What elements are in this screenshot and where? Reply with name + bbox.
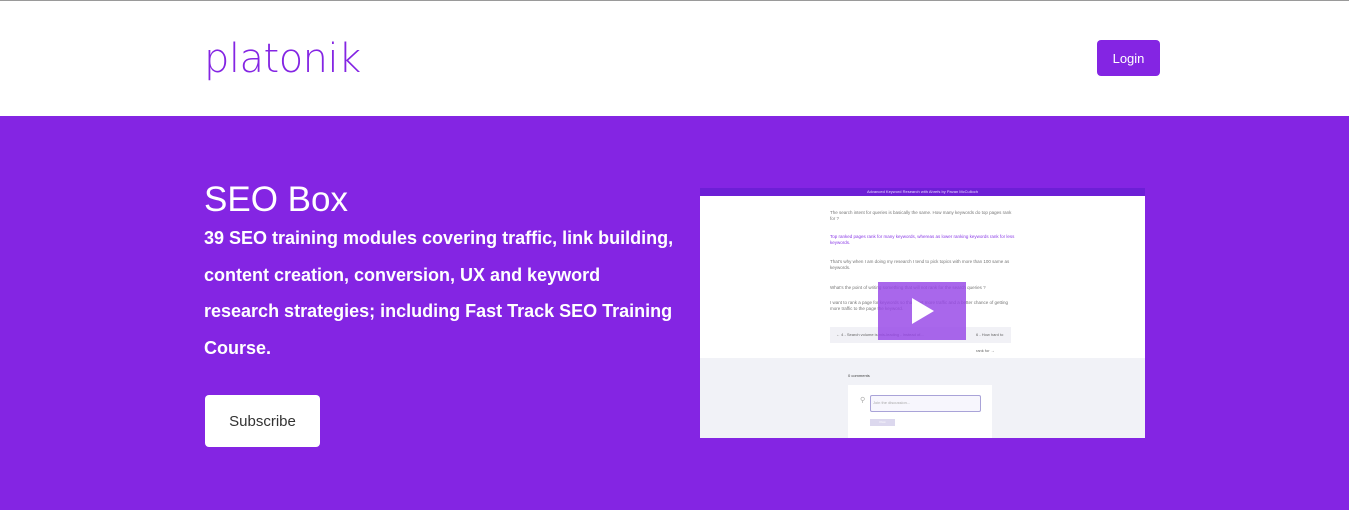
platonik-logo[interactable]: platonik [204, 35, 361, 83]
video-comments-area: 0 comments ⚲ Join the discussion... Post [700, 358, 1145, 438]
comment-card: ⚲ Join the discussion... Post [848, 385, 992, 438]
location-pin-icon: ⚲ [860, 397, 866, 404]
post-comment-button: Post [870, 419, 895, 426]
site-header: platonik Login [0, 1, 1349, 116]
video-paragraph: That's why when I am doing my research I… [830, 259, 1010, 270]
video-paragraph-highlight: Top ranked pages rank for many keywords,… [830, 234, 1015, 245]
video-title-bar: Advanced Keyword Research with Ahrefs by… [700, 188, 1145, 196]
hero-section: SEO Box 39 SEO training modules covering… [0, 116, 1349, 510]
video-play-button[interactable] [878, 282, 966, 340]
next-lesson-link[interactable]: 6 - How hard to rank for → [976, 327, 1011, 359]
video-paragraph: The search intent for queries is basical… [830, 210, 1012, 221]
comment-input: Join the discussion... [870, 395, 981, 412]
comments-count: 0 comments [848, 373, 870, 378]
hero-title: SEO Box [204, 180, 348, 219]
hero-description: 39 SEO training modules covering traffic… [204, 228, 674, 358]
login-button[interactable]: Login [1097, 40, 1160, 76]
subscribe-button[interactable]: Subscribe [205, 395, 320, 447]
play-icon [912, 298, 934, 324]
video-preview[interactable]: Advanced Keyword Research with Ahrefs by… [700, 188, 1145, 438]
